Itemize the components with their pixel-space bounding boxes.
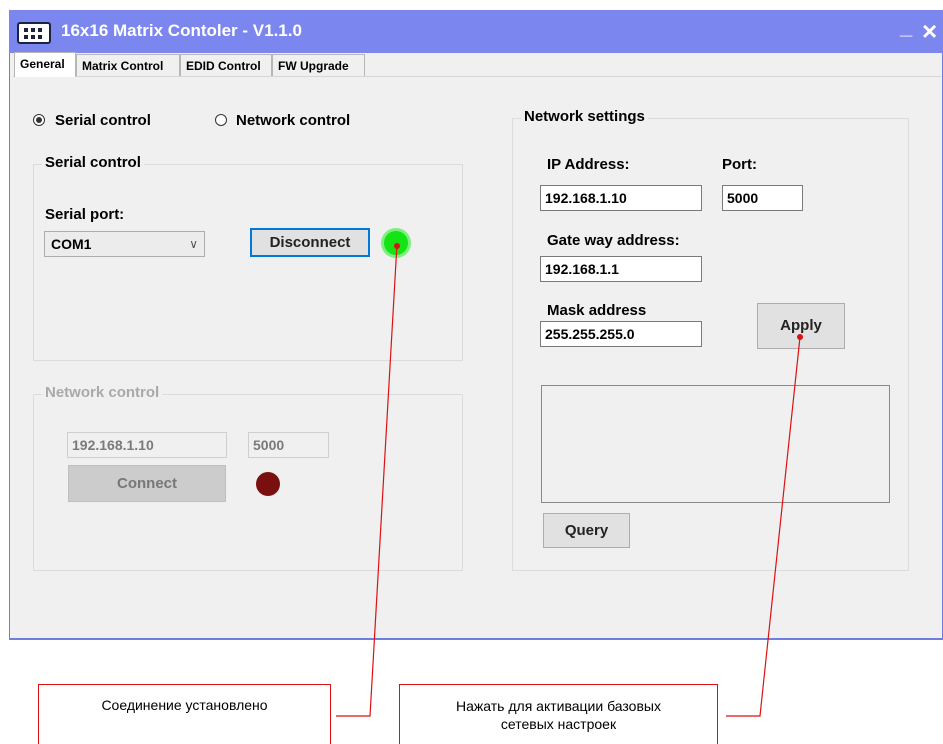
- annotation-apply-line: [726, 336, 801, 717]
- connected-callout: Соединение установлено: [38, 684, 331, 744]
- annotation-connected-line: [336, 243, 398, 717]
- annotation-apply-dot: [797, 334, 803, 340]
- apply-hint-callout: Нажать для активации базовых сетевых нас…: [399, 684, 718, 744]
- apply-hint-line-2: сетевых настроек: [500, 716, 617, 732]
- connected-callout-text: Соединение установлено: [101, 697, 268, 713]
- apply-hint-line-1: Нажать для активации базовых: [456, 698, 661, 714]
- annotation-connected-dot: [394, 243, 400, 249]
- annotation-lines: [336, 243, 803, 717]
